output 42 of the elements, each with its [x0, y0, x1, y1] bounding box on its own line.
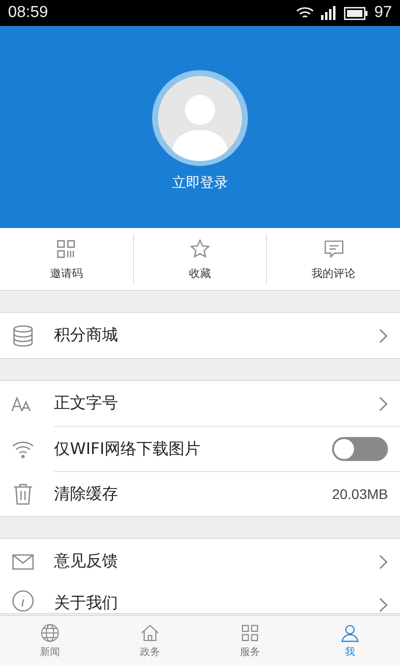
tab[interactable]: 服务: [200, 616, 300, 666]
settings-row[interactable]: 正文字号: [0, 381, 400, 426]
trash-icon: [11, 482, 35, 506]
battery-icon: [344, 6, 368, 20]
comment-icon: [322, 238, 345, 260]
row-label: 意见反馈: [54, 551, 119, 572]
tab[interactable]: 新闻: [0, 616, 100, 666]
settings-row[interactable]: 关于我们: [0, 584, 400, 613]
home-icon: [140, 623, 160, 643]
settings-row[interactable]: 清除缓存 20.03MB: [0, 471, 400, 516]
qr-code-icon: [55, 238, 78, 260]
status-time: 08:59: [8, 4, 48, 22]
row-label: 仅WIFI网络下载图片: [54, 438, 202, 460]
grid-icon: [240, 623, 260, 643]
tab[interactable]: 我: [300, 616, 400, 666]
database-icon: [11, 324, 35, 348]
settings-row[interactable]: 积分商城: [0, 313, 400, 358]
settings-row[interactable]: 意见反馈: [0, 539, 400, 584]
battery-level: 97: [374, 4, 392, 22]
toggle-switch[interactable]: [332, 437, 388, 461]
person-icon: [340, 623, 360, 643]
login-link[interactable]: 立即登录: [172, 174, 228, 192]
shortcut-button[interactable]: 收藏: [134, 238, 266, 280]
row-label: 清除缓存: [54, 484, 119, 504]
tab[interactable]: 政务: [100, 616, 200, 666]
avatar[interactable]: [152, 70, 248, 166]
wifi-icon: [296, 6, 314, 20]
chevron-icon: [378, 554, 388, 570]
row-label: 关于我们: [54, 593, 119, 613]
signal-icon: [320, 6, 338, 20]
chevron-icon: [378, 597, 388, 613]
star-icon: [189, 238, 211, 260]
settings-row[interactable]: 仅WIFI网络下载图片: [0, 426, 400, 471]
cache-size: 20.03MB: [332, 486, 388, 502]
globe-icon: [40, 623, 60, 643]
row-label: 正文字号: [54, 393, 119, 414]
row-label: 积分商城: [54, 325, 119, 346]
info-icon: [11, 589, 35, 613]
shortcut-button[interactable]: 我的评论: [267, 238, 400, 280]
chevron-icon: [378, 396, 388, 412]
chevron-icon: [378, 328, 388, 344]
shortcut-button[interactable]: 邀请码: [0, 238, 133, 280]
